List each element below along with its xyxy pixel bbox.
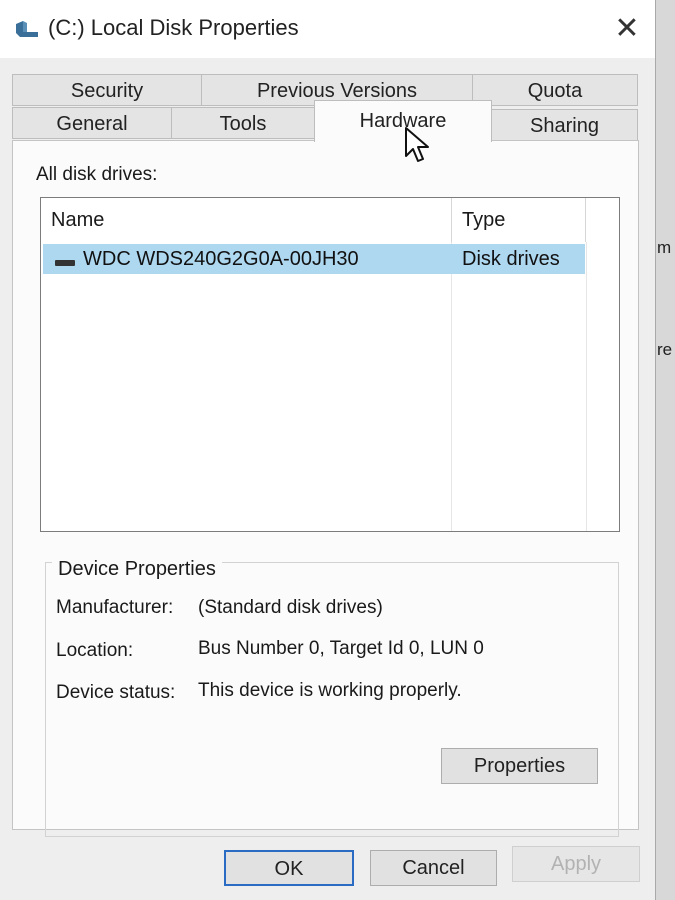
background-text-fragment: m: [657, 238, 672, 257]
mouse-cursor-icon: [405, 127, 429, 162]
column-header-type[interactable]: Type: [452, 198, 586, 242]
properties-dialog: (C:) Local Disk Properties ✕ Security Pr…: [0, 0, 656, 900]
manufacturer-value: (Standard disk drives): [198, 597, 383, 618]
table-row[interactable]: WDC WDS240G2G0A-00JH30 Disk drives: [43, 244, 585, 274]
drive-icon: [55, 260, 75, 266]
background-text-fragment: re: [657, 340, 673, 359]
drive-name: WDC WDS240G2G0A-00JH30: [83, 248, 359, 270]
tab-sharing[interactable]: Sharing: [491, 109, 638, 141]
disk-drives-list[interactable]: Name Type WDC WDS240G2G0A-00JH30 Disk dr…: [40, 197, 620, 532]
title-bar: (C:) Local Disk Properties ✕: [0, 0, 655, 58]
cancel-button[interactable]: Cancel: [370, 850, 497, 886]
device-status-value: This device is working properly.: [198, 680, 462, 701]
close-button[interactable]: ✕: [606, 10, 648, 48]
location-value: Bus Number 0, Target Id 0, LUN 0: [198, 638, 484, 659]
column-header-name[interactable]: Name: [41, 198, 452, 242]
tab-security[interactable]: Security: [12, 74, 202, 106]
tab-hardware[interactable]: Hardware: [314, 100, 492, 142]
window-title: (C:) Local Disk Properties: [48, 15, 299, 40]
ok-button[interactable]: OK: [224, 850, 354, 886]
list-header: Name Type: [41, 198, 619, 242]
background-window: m re: [655, 0, 675, 900]
location-label: Location:: [56, 640, 134, 661]
tab-general[interactable]: General: [12, 107, 172, 139]
manufacturer-label: Manufacturer:: [56, 597, 174, 618]
tab-quota[interactable]: Quota: [472, 74, 638, 106]
tab-tools[interactable]: Tools: [171, 107, 315, 139]
device-properties-title: Device Properties: [52, 558, 222, 581]
column-divider: [451, 242, 452, 531]
drive-type: Disk drives: [462, 248, 560, 270]
drive-title-icon: [16, 21, 38, 37]
all-disk-drives-label: All disk drives:: [36, 164, 158, 185]
properties-button[interactable]: Properties: [441, 748, 598, 784]
device-status-label: Device status:: [56, 682, 176, 703]
column-divider: [586, 242, 587, 531]
close-icon: ✕: [614, 12, 640, 45]
apply-button[interactable]: Apply: [512, 846, 640, 882]
